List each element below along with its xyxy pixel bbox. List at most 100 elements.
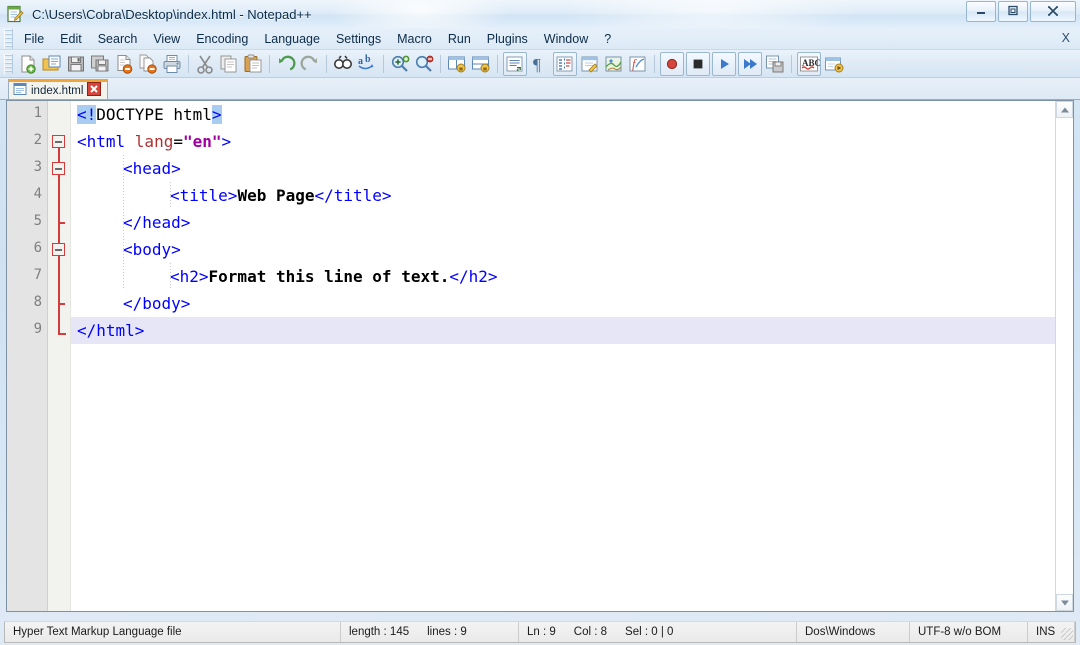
- zoom-out-icon[interactable]: [413, 53, 435, 75]
- svg-text:b: b: [365, 54, 371, 65]
- menu-item-plugins[interactable]: Plugins: [479, 30, 536, 48]
- indent-guide-icon[interactable]: [553, 51, 577, 76]
- menu-item-window[interactable]: Window: [536, 30, 596, 48]
- status-eol-format[interactable]: Dos\Windows: [797, 622, 910, 642]
- toolbar-grip[interactable]: [4, 53, 13, 74]
- sync-horizontal-scroll-icon[interactable]: [470, 53, 492, 75]
- code-area[interactable]: <!DOCTYPE html> <html lang="en"> <head> …: [71, 101, 1073, 611]
- menu-item-encoding[interactable]: Encoding: [188, 30, 256, 48]
- code-editor[interactable]: 1 2 3 4 5 6 7 8 9 <!DOCTYPE html> <html …: [6, 100, 1074, 612]
- line-number: 3: [33, 159, 42, 175]
- menu-item-settings[interactable]: Settings: [328, 30, 389, 48]
- word-wrap-icon[interactable]: [503, 51, 527, 76]
- line-number: 4: [33, 186, 42, 202]
- notepadpp-window: C:\Users\Cobra\Desktop\index.html - Note…: [0, 0, 1080, 645]
- minimize-icon: [975, 6, 987, 18]
- replace-icon[interactable]: a b: [356, 53, 378, 75]
- close-button[interactable]: [1030, 1, 1076, 22]
- record-macro-icon[interactable]: [660, 51, 684, 76]
- play-macro-icon[interactable]: [712, 51, 736, 76]
- sync-vertical-scroll-icon[interactable]: [446, 53, 468, 75]
- resize-grip-icon[interactable]: [1061, 628, 1073, 640]
- user-defined-dialog-icon[interactable]: [579, 53, 601, 75]
- title-bar[interactable]: C:\Users\Cobra\Desktop\index.html - Note…: [0, 0, 1080, 29]
- fold-toggle-line-3[interactable]: [52, 162, 65, 175]
- code-line-1[interactable]: <!DOCTYPE html>: [71, 101, 1073, 128]
- minimize-button[interactable]: [966, 1, 996, 22]
- redo-icon[interactable]: [299, 53, 321, 75]
- toolbar-separator: [791, 54, 792, 73]
- token: <head>: [123, 159, 181, 178]
- menu-item-edit[interactable]: Edit: [52, 30, 90, 48]
- menu-grip[interactable]: [4, 28, 13, 49]
- maximize-button[interactable]: [998, 1, 1028, 22]
- toolbar-separator: [654, 54, 655, 73]
- function-list-icon[interactable]: f: [627, 53, 649, 75]
- run-icon[interactable]: [823, 53, 845, 75]
- menu-item-view[interactable]: View: [145, 30, 188, 48]
- token: </body>: [123, 294, 191, 313]
- tab-close-icon[interactable]: [87, 82, 102, 99]
- close-document-button[interactable]: X: [1062, 31, 1070, 45]
- code-line-3[interactable]: <head>: [71, 155, 1073, 182]
- svg-text:¶: ¶: [533, 55, 541, 74]
- vertical-scrollbar[interactable]: [1055, 101, 1073, 611]
- toolbar-separator: [383, 54, 384, 73]
- menu-item-language[interactable]: Language: [256, 30, 328, 48]
- scroll-up-button[interactable]: [1056, 101, 1073, 118]
- status-length-lines: length : 145 lines : 9: [341, 622, 519, 642]
- save-macro-icon[interactable]: [764, 53, 786, 75]
- save-all-icon[interactable]: [89, 53, 111, 75]
- menu-item-macro[interactable]: Macro: [389, 30, 440, 48]
- stop-macro-icon[interactable]: [686, 51, 710, 76]
- fold-toggle-line-2[interactable]: [52, 135, 65, 148]
- find-icon[interactable]: [332, 53, 354, 75]
- line-number-gutter: 1 2 3 4 5 6 7 8 9: [7, 101, 48, 611]
- open-file-icon[interactable]: [41, 53, 63, 75]
- line-number: 1: [33, 105, 42, 121]
- print-icon[interactable]: [161, 53, 183, 75]
- token: <title>: [170, 186, 238, 205]
- document-map-icon[interactable]: [603, 53, 625, 75]
- toolbar-separator: [497, 54, 498, 73]
- token: </title>: [314, 186, 392, 205]
- code-line-9[interactable]: </html>: [71, 317, 1073, 344]
- fold-toggle-line-6[interactable]: [52, 243, 65, 256]
- status-file-type: Hyper Text Markup Language file: [5, 622, 341, 642]
- menu-item-file[interactable]: File: [16, 30, 52, 48]
- menu-item-run[interactable]: Run: [440, 30, 479, 48]
- token: >: [211, 105, 222, 124]
- menu-item-help[interactable]: ?: [596, 30, 619, 48]
- tab-index-html[interactable]: index.html: [8, 79, 109, 99]
- undo-icon[interactable]: [275, 53, 297, 75]
- maximize-icon: [1007, 5, 1019, 18]
- close-all-files-icon[interactable]: [137, 53, 159, 75]
- code-line-5[interactable]: </head>: [71, 209, 1073, 236]
- chevron-down-icon: [1060, 600, 1069, 605]
- close-file-icon[interactable]: [113, 53, 135, 75]
- scroll-down-button[interactable]: [1056, 594, 1073, 611]
- status-encoding[interactable]: UTF-8 w/o BOM: [910, 622, 1028, 642]
- token: </h2>: [449, 267, 498, 286]
- zoom-in-icon[interactable]: [389, 53, 411, 75]
- status-sel: Sel : 0 | 0: [625, 626, 674, 638]
- fold-margin[interactable]: [48, 101, 71, 611]
- cut-icon[interactable]: [194, 53, 216, 75]
- status-ln: Ln : 9: [527, 626, 556, 638]
- show-all-chars-icon[interactable]: ¶: [529, 53, 551, 75]
- new-file-icon[interactable]: [17, 53, 39, 75]
- copy-icon[interactable]: [218, 53, 240, 75]
- token: <html: [77, 132, 135, 151]
- code-line-6[interactable]: <body>: [71, 236, 1073, 263]
- fold-end-line-9: [58, 333, 66, 335]
- paste-icon[interactable]: [242, 53, 264, 75]
- window-controls: [964, 1, 1076, 22]
- code-line-8[interactable]: </body>: [71, 290, 1073, 317]
- save-icon[interactable]: [65, 53, 87, 75]
- menu-item-search[interactable]: Search: [90, 30, 146, 48]
- run-macro-multiple-icon[interactable]: [738, 51, 762, 76]
- code-line-4[interactable]: <title>Web Page</title>: [71, 182, 1073, 209]
- code-line-2[interactable]: <html lang="en">: [71, 128, 1073, 155]
- spellcheck-icon[interactable]: ABC: [797, 51, 821, 76]
- code-line-7[interactable]: <h2>Format this line of text.</h2>: [71, 263, 1073, 290]
